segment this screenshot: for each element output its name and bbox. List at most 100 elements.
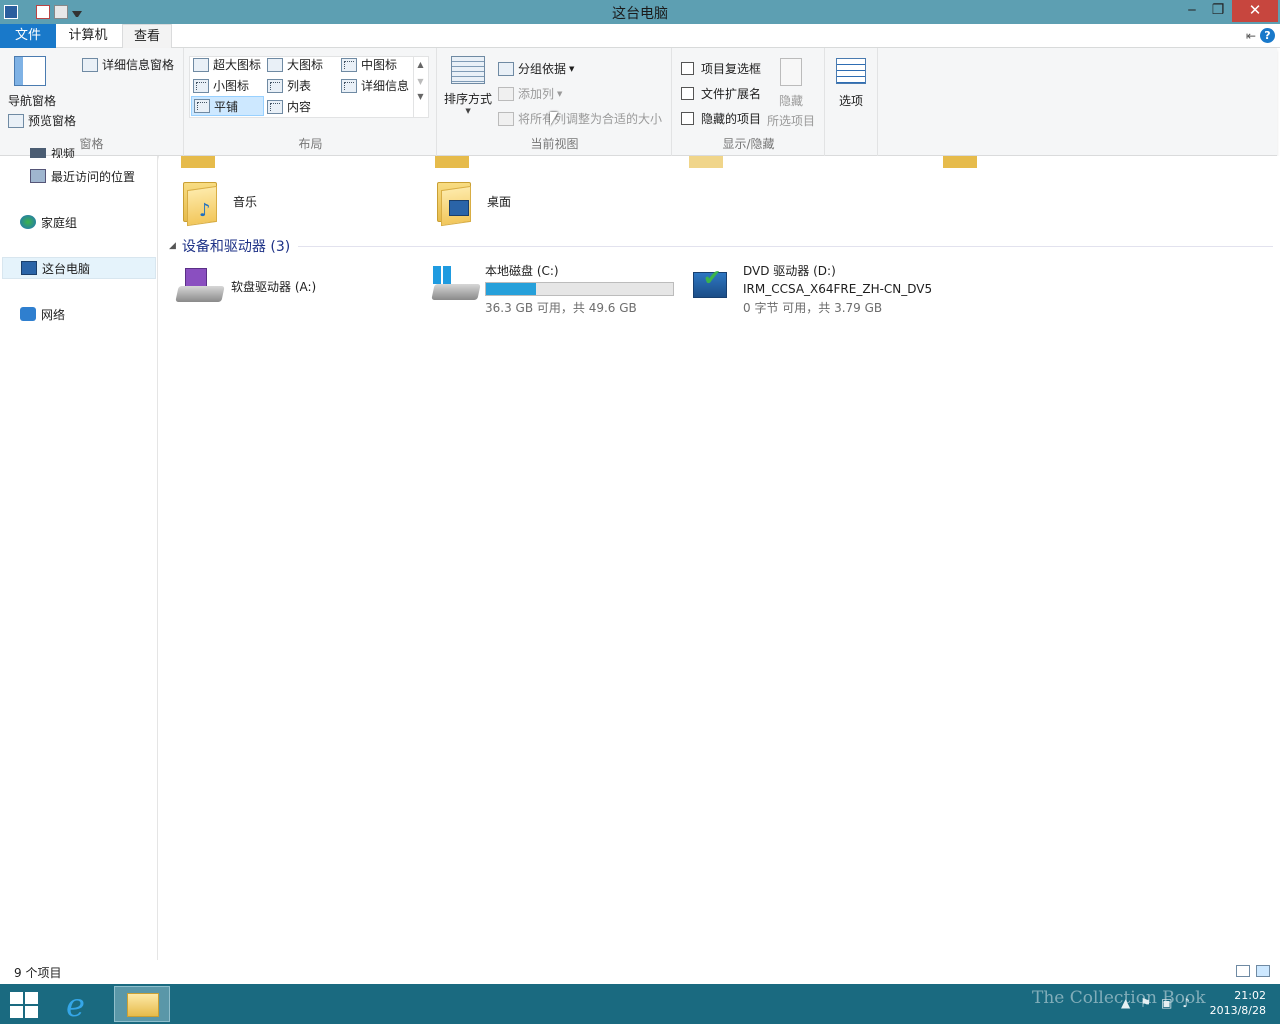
panes-group-label: 窗格	[79, 137, 104, 151]
close-button[interactable]: ✕	[1232, 0, 1278, 22]
nav-pane-label: 导航窗格	[8, 94, 57, 108]
item-checkboxes-toggle[interactable]: 项目复选框	[681, 60, 761, 77]
more-icon[interactable]: ▼	[414, 92, 427, 101]
sort-by-button[interactable]: 排序方式 ▼	[444, 56, 492, 115]
hide-selected-label-2: 所选项目	[767, 114, 816, 128]
help-icon[interactable]: ?	[1260, 28, 1275, 43]
hidden-items-checkbox[interactable]	[681, 112, 694, 125]
small-label: 小图标	[213, 79, 250, 93]
tab-view[interactable]: 查看	[122, 24, 172, 49]
details-view-icon[interactable]	[1236, 965, 1250, 977]
folder-music[interactable]: ♪ 音乐	[181, 178, 257, 227]
internet-explorer-icon[interactable]: e	[54, 986, 110, 1024]
hide-selected-button[interactable]: 隐藏 所选项目	[767, 58, 815, 129]
layout-tiles[interactable]: 平铺	[191, 96, 264, 116]
network-tray-icon[interactable]: ▣	[1161, 996, 1172, 1010]
collapse-icon[interactable]: ◢	[169, 241, 176, 251]
drive-dvd[interactable]: ✔ DVD 驱动器 (D:) IRM_CCSA_X64FRE_ZH-CN_DV5…	[689, 262, 932, 316]
file-extensions-label: 文件扩展名	[701, 87, 762, 101]
drive-floppy[interactable]: 软盘驱动器 (A:)	[175, 264, 316, 308]
windows-start-icon[interactable]	[8, 990, 40, 1018]
show-hidden-icons-icon[interactable]: ▲	[1121, 996, 1130, 1010]
sort-by-label: 排序方式	[444, 92, 493, 106]
medium-label: 中图标	[361, 58, 398, 72]
layout-small[interactable]: 小图标	[193, 77, 249, 94]
file-extensions-toggle[interactable]: 文件扩展名	[681, 85, 761, 102]
file-extensions-checkbox[interactable]	[681, 87, 694, 100]
layout-scroll[interactable]: ▲ ▼ ▼	[413, 56, 427, 118]
options-button[interactable]: 选项	[836, 58, 866, 109]
tab-file[interactable]: 文件	[0, 24, 56, 48]
hide-selected-icon	[780, 58, 802, 86]
nav-pane-button[interactable]: 导航窗格	[6, 56, 56, 109]
drive-c[interactable]: 本地磁盘 (C:) 36.3 GB 可用，共 49.6 GB	[431, 262, 674, 316]
recent-places-icon	[30, 169, 46, 183]
mouse-cursor-icon	[550, 112, 558, 126]
content-label: 内容	[287, 100, 312, 114]
options-label: 选项	[838, 94, 863, 108]
window-title: 这台电脑	[612, 6, 668, 22]
drive-c-label: 本地磁盘 (C:)	[485, 264, 559, 278]
local-disk-icon	[431, 262, 481, 306]
nav-item-network[interactable]: 网络	[20, 303, 65, 325]
extra-large-icons-icon	[193, 57, 209, 72]
large-label: 大图标	[287, 58, 324, 72]
nav-item-network-label: 网络	[41, 307, 66, 322]
drive-c-usage-fill	[486, 283, 537, 295]
details-pane-button[interactable]: 详细信息窗格	[82, 56, 174, 73]
scroll-up-icon[interactable]: ▲	[414, 60, 427, 69]
drive-dvd-volume: IRM_CCSA_X64FRE_ZH-CN_DV5	[743, 282, 933, 296]
clock[interactable]: 21:02 2013/8/28	[1210, 988, 1266, 1018]
file-explorer-icon[interactable]	[114, 986, 170, 1022]
add-column-button[interactable]: 添加列 ▼	[498, 85, 562, 102]
panes-group: 导航窗格 预览窗格 详细信息窗格 窗格	[0, 48, 184, 156]
nav-item-homegroup-label: 家庭组	[41, 215, 78, 230]
drive-c-usage: 36.3 GB 可用，共 49.6 GB	[485, 301, 637, 315]
scroll-down-icon[interactable]: ▼	[414, 77, 427, 86]
taskbar: e The Collection Book ▲ ⚑ ▣ ♪ 21:02 2013…	[0, 984, 1280, 1024]
action-center-flag-icon[interactable]: ⚑	[1140, 996, 1151, 1010]
tiles-label: 平铺	[214, 99, 239, 114]
volume-icon[interactable]: ♪	[1182, 996, 1190, 1010]
nav-item-videos[interactable]: 视频	[30, 148, 75, 158]
nav-item-recent[interactable]: 最近访问的位置	[30, 165, 135, 187]
list-icon	[267, 78, 283, 93]
hidden-items-label: 隐藏的项目	[701, 112, 762, 126]
clock-time: 21:02	[1234, 989, 1266, 1002]
add-column-label: 添加列	[518, 87, 555, 101]
pin-ribbon-icon[interactable]: ⇤	[1246, 29, 1256, 43]
partial-folder-icon	[943, 156, 977, 168]
layout-content[interactable]: 内容	[267, 98, 311, 115]
hidden-items-toggle[interactable]: 隐藏的项目	[681, 110, 761, 127]
layout-large[interactable]: 大图标	[267, 56, 323, 73]
fit-columns-icon	[498, 111, 514, 126]
nav-item-recent-label: 最近访问的位置	[51, 169, 136, 184]
item-count: 9 个项目	[14, 966, 62, 980]
tab-computer[interactable]: 计算机	[58, 24, 118, 48]
item-checkboxes-checkbox[interactable]	[681, 62, 694, 75]
this-pc-icon	[21, 261, 37, 275]
group-by-button[interactable]: 分组依据 ▼	[498, 60, 574, 77]
large-icons-view-icon[interactable]	[1256, 965, 1270, 977]
preview-pane-button[interactable]: 预览窗格	[8, 112, 76, 129]
layout-list[interactable]: 列表	[267, 77, 311, 94]
nav-item-videos-label: 视频	[51, 148, 76, 158]
extra-large-label: 超大图标	[213, 58, 262, 72]
maximize-button[interactable]: ❐	[1204, 0, 1232, 22]
section-divider	[298, 245, 1273, 247]
dvd-drive-icon: ✔	[689, 262, 739, 306]
devices-section-header[interactable]: ◢ 设备和驱动器 (3)	[169, 236, 1273, 256]
nav-item-homegroup[interactable]: 家庭组	[20, 211, 77, 233]
fit-columns-button[interactable]: 将所有列调整为合适的大小	[498, 110, 662, 127]
drive-dvd-usage: 0 字节 可用，共 3.79 GB	[743, 301, 883, 315]
navigation-pane: 视频 最近访问的位置 家庭组 这台电脑 网络	[0, 148, 158, 960]
network-icon	[20, 307, 36, 321]
layout-details[interactable]: 详细信息	[341, 77, 409, 94]
folder-desktop[interactable]: 桌面	[435, 178, 511, 227]
add-column-icon	[498, 86, 514, 101]
layout-medium[interactable]: 中图标	[341, 56, 397, 73]
minimize-button[interactable]: ‒	[1178, 0, 1206, 22]
layout-extra-large[interactable]: 超大图标	[193, 56, 261, 73]
show-hide-group: 项目复选框 文件扩展名 隐藏的项目 隐藏 所选项目 显示/隐藏	[673, 48, 825, 156]
nav-item-this-pc[interactable]: 这台电脑	[2, 257, 156, 279]
